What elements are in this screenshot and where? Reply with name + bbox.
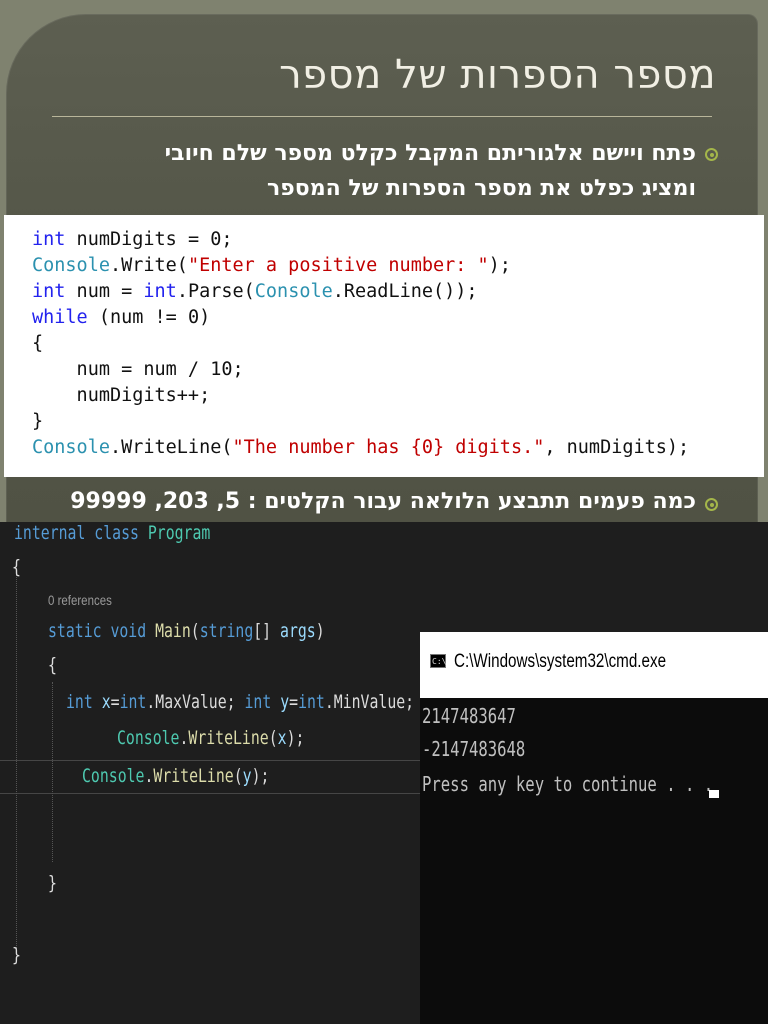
indent-guide: [52, 682, 53, 862]
writeline-x-statement[interactable]: Console.WriteLine(x);: [117, 723, 304, 753]
bullet-icon: [705, 148, 718, 161]
console-window[interactable]: C:\ C:\Windows\system32\cmd.exe 21474836…: [420, 632, 768, 1024]
code-line: }: [32, 411, 44, 432]
title-divider: [52, 116, 712, 117]
variable-declarations[interactable]: int x=int.MaxValue; int y=int.MinValue;: [66, 687, 414, 717]
code-line: num = num / 10;: [32, 359, 244, 380]
code-line: while (num != 0): [32, 307, 211, 328]
brace-close[interactable]: }: [12, 940, 21, 970]
code-line: int numDigits = 0;: [32, 229, 233, 250]
console-output-line: Press any key to continue . . .: [422, 772, 714, 796]
code-line: Console.Write("Enter a positive number: …: [32, 255, 511, 276]
console-titlebar[interactable]: C:\ C:\Windows\system32\cmd.exe: [420, 632, 768, 698]
console-title: C:\Windows\system32\cmd.exe: [454, 651, 667, 672]
main-method-signature[interactable]: static void Main(string[] args): [48, 616, 325, 646]
brace-open[interactable]: {: [48, 650, 57, 680]
console-output-line: -2147483648: [422, 737, 526, 761]
slide-title: מספר הספרות של מספר: [279, 52, 716, 98]
cmd-icon: C:\: [430, 654, 446, 668]
code-line: Console.WriteLine("The number has {0} di…: [32, 437, 690, 458]
brace-open[interactable]: {: [12, 552, 21, 582]
code-line: int num = int.Parse(Console.ReadLine());: [32, 281, 478, 302]
code-line: {: [32, 333, 44, 354]
console-output-line: 2147483647: [422, 704, 516, 728]
code-snippet: int numDigits = 0; Console.Write("Enter …: [4, 215, 764, 477]
references-codelens[interactable]: 0 references: [48, 592, 112, 608]
presentation-slide: מספר הספרות של מספר פתח ויישם אלגוריתם ה…: [0, 0, 768, 522]
code-editor[interactable]: internal class Program { 0 references st…: [0, 522, 420, 1024]
bullet-icon: [705, 498, 718, 511]
code-line: numDigits++;: [32, 385, 211, 406]
bullet-text-line-2: ומציג כפלט את מספר הספרות של המספר: [267, 176, 696, 201]
brace-close[interactable]: }: [48, 868, 57, 898]
writeline-y-statement[interactable]: Console.WriteLine(y);: [82, 761, 269, 791]
class-declaration[interactable]: internal class Program: [14, 522, 210, 548]
indent-guide: [16, 572, 17, 952]
bullet-text-question: כמה פעמים תתבצע הלולאה עבור הקלטים : 5, …: [70, 489, 696, 514]
console-cursor: [709, 790, 719, 798]
bullet-text-line-1: פתח ויישם אלגוריתם המקבל כקלט מספר שלם ח…: [164, 141, 696, 166]
